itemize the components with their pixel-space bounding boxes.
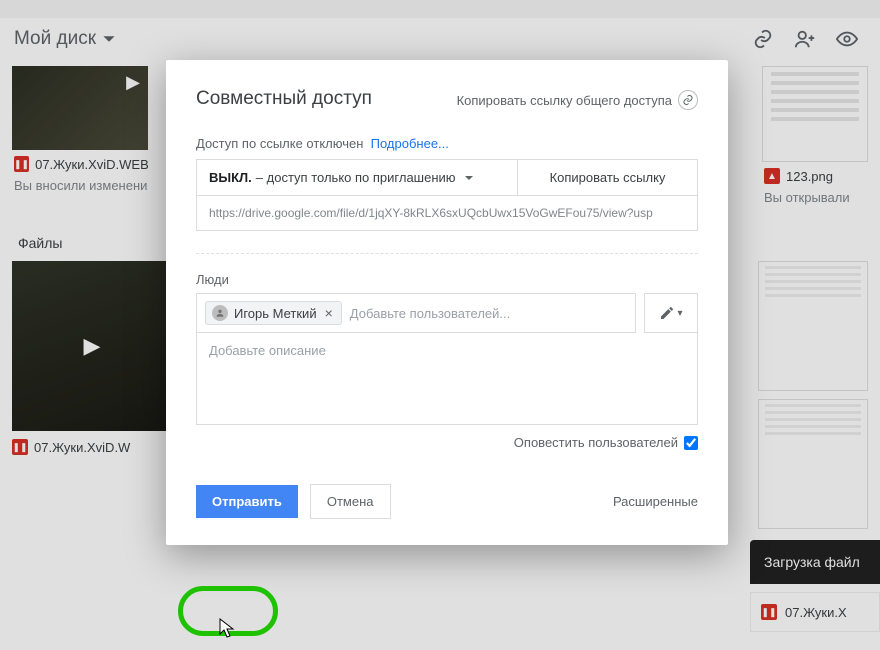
share-dialog: Совместный доступ Копировать ссылку обще… (166, 60, 728, 545)
link-icon (678, 90, 698, 110)
chip-label: Игорь Меткий (234, 306, 317, 321)
copy-link-button[interactable]: Копировать ссылку (517, 160, 697, 195)
learn-more-link[interactable]: Подробнее... (371, 136, 449, 151)
divider (196, 253, 698, 254)
advanced-link[interactable]: Расширенные (613, 494, 698, 509)
cancel-button[interactable]: Отмена (310, 484, 391, 519)
people-placeholder: Добавьте пользователей... (350, 306, 510, 321)
notify-label: Оповестить пользователей (514, 435, 678, 450)
description-input[interactable]: Добавьте описание (196, 333, 698, 425)
person-chip: Игорь Меткий × (205, 301, 342, 325)
chevron-down-icon (464, 173, 474, 183)
pencil-icon (659, 305, 675, 321)
share-url[interactable]: https://drive.google.com/file/d/1jqXY-8k… (196, 196, 698, 231)
permission-dropdown[interactable]: ▾ (644, 293, 698, 333)
people-label: Люди (196, 272, 698, 287)
send-button[interactable]: Отправить (196, 485, 298, 518)
avatar-icon (212, 305, 228, 321)
copy-link-top[interactable]: Копировать ссылку общего доступа (457, 90, 698, 110)
chevron-down-icon: ▾ (677, 308, 682, 319)
remove-chip-icon[interactable]: × (323, 305, 335, 321)
link-status: Доступ по ссылке отключен Подробнее... (196, 136, 698, 151)
people-input[interactable]: Игорь Меткий × Добавьте пользователей... (196, 293, 636, 333)
link-sharing-toggle[interactable]: ВЫКЛ. – доступ только по приглашению (197, 160, 517, 195)
notify-checkbox[interactable] (684, 436, 698, 450)
